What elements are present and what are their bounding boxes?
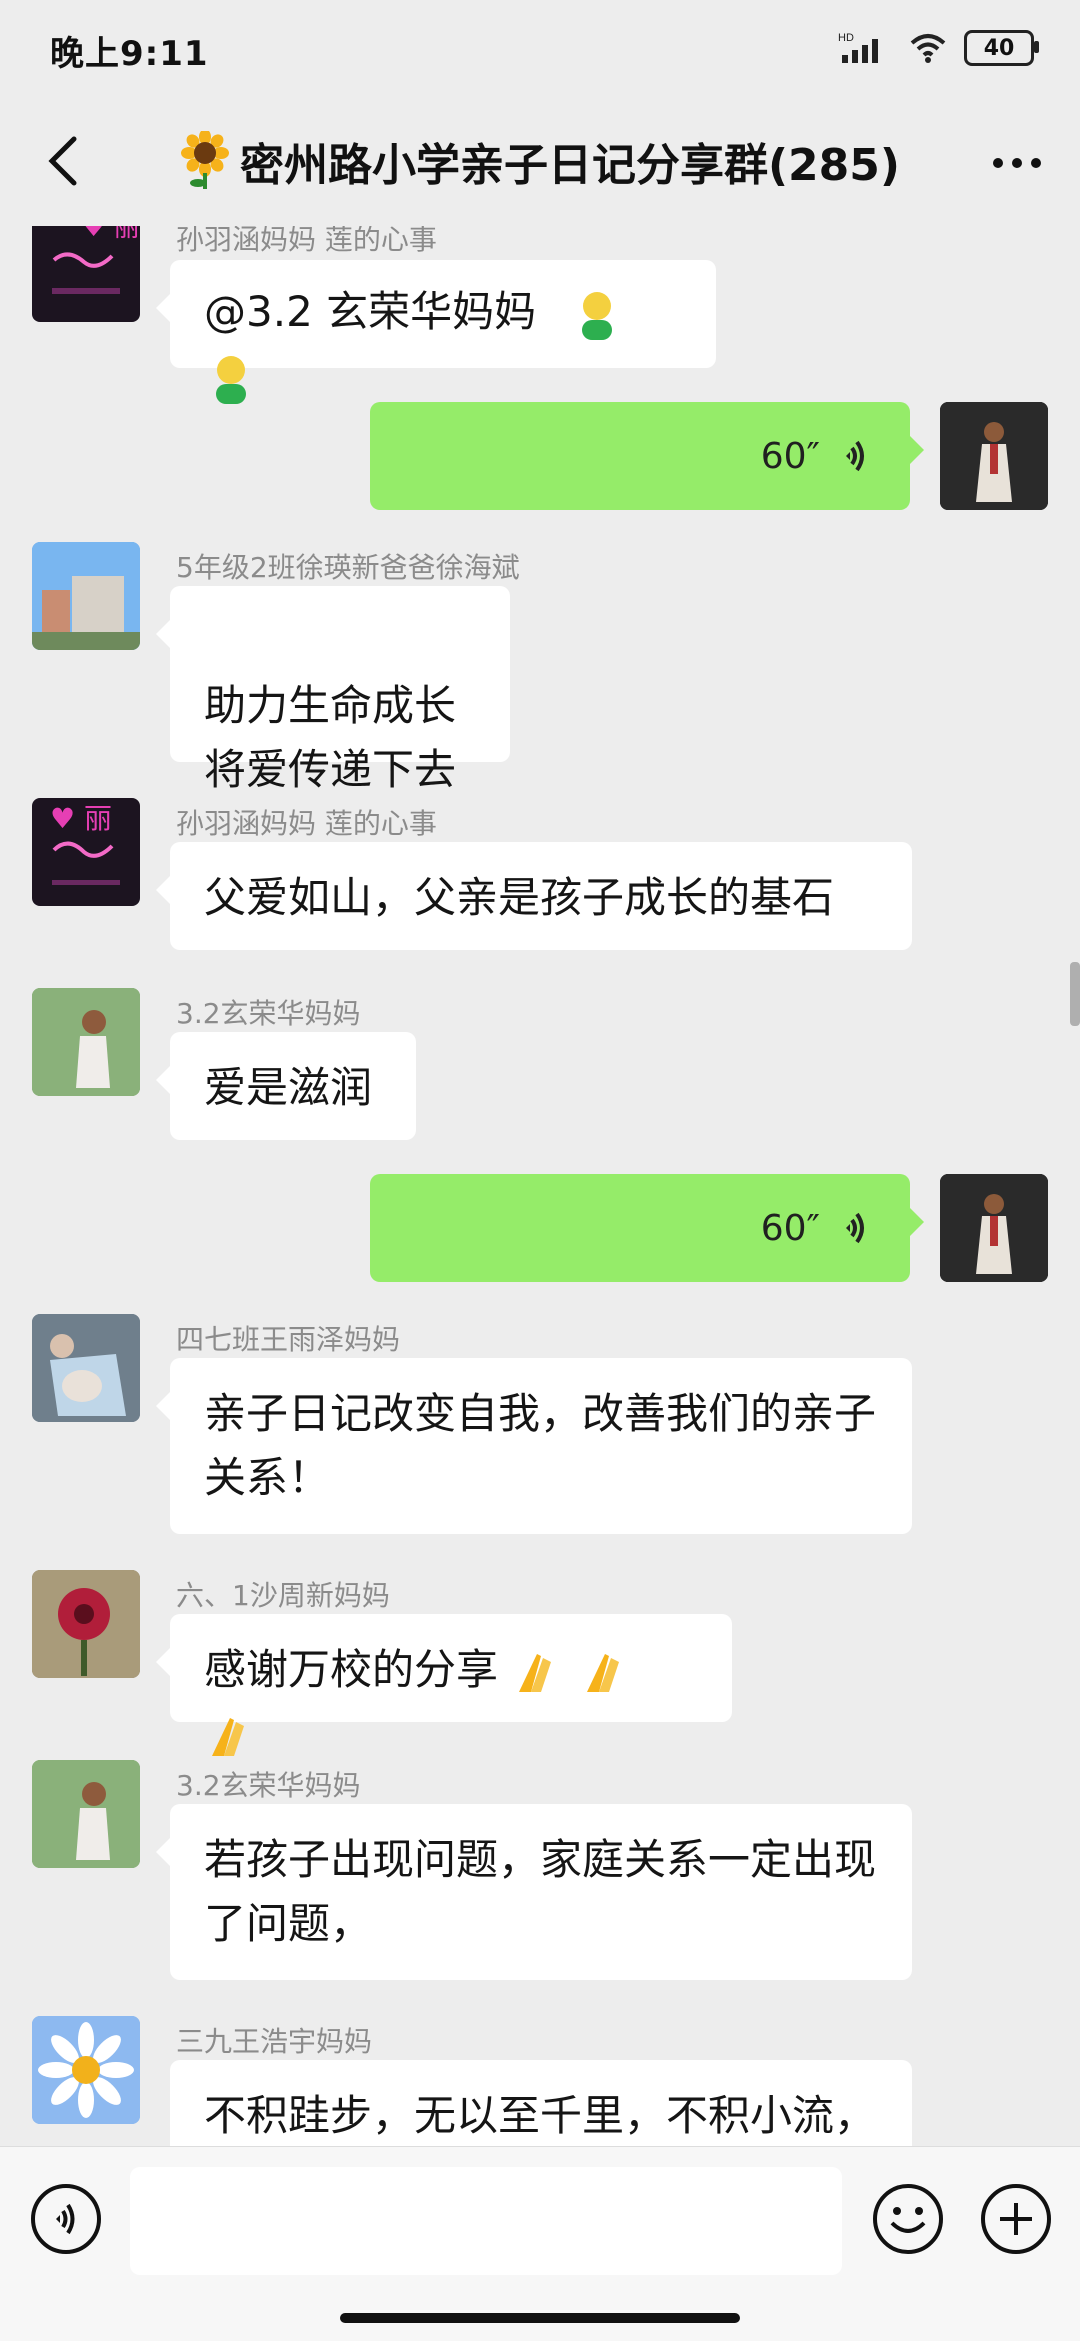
plus-icon[interactable] [978, 2181, 1054, 2257]
avatar[interactable] [32, 2016, 140, 2124]
avatar[interactable] [32, 1570, 140, 1678]
page-title: 密州路小学亲子日记分享群(285) [239, 140, 901, 191]
status-icons: HD 40 [838, 28, 1039, 68]
chat-list[interactable]: ♥ 丽 孙羽涵妈妈 莲的心事 @3.2 玄荣华妈妈 60″ 5年级2班徐瑛新爸爸… [0, 226, 1080, 2146]
sender-name: 六、1沙周新妈妈 [176, 1579, 390, 1612]
message-text: 不积跬步，无以至千里，不积小流， [204, 2091, 877, 2140]
message-text: 父爱如山，父亲是孩子成长的基石 [204, 873, 835, 922]
message-input-bar [0, 2146, 1080, 2341]
message-bubble[interactable]: 爱是滋润 [156, 1032, 416, 1140]
message-bubble[interactable]: 不积跬步，无以至千里，不积小流， [170, 2060, 912, 2146]
pray-icon [579, 1646, 633, 1700]
sender-name: 3.2玄荣华妈妈 [176, 997, 361, 1030]
sunflower-icon [180, 131, 229, 189]
status-time: 晚上9:11 [50, 34, 209, 74]
avatar[interactable] [32, 542, 140, 650]
avatar[interactable] [940, 1174, 1048, 1282]
message-item: 三九王浩宇妈妈 不积跬步，无以至千里，不积小流， [0, 2016, 1080, 2146]
more-dots-icon[interactable] [984, 130, 1050, 196]
message-item: ♥ 丽 孙羽涵妈妈 莲的心事 父爱如山，父亲是孩子成长的基石 [0, 798, 1080, 978]
message-bubble[interactable]: 感谢万校的分享 [156, 1614, 732, 1756]
message-item: ♥ 丽 孙羽涵妈妈 莲的心事 @3.2 玄荣华妈妈 [0, 226, 1080, 404]
pray-icon [204, 1710, 258, 1764]
person-icon [204, 352, 258, 406]
message-text: @3.2 玄荣华妈妈 [204, 287, 537, 336]
avatar[interactable] [940, 402, 1048, 510]
avatar[interactable] [32, 1760, 140, 1868]
sender-name: 5年级2班徐瑛新爸爸徐海斌 [176, 551, 520, 584]
voice-wave-icon [846, 1212, 864, 1244]
person-icon [570, 288, 624, 342]
wifi-icon [910, 34, 946, 63]
group-title: 密州路小学亲子日记分享群(285) [120, 130, 960, 192]
message-item: 5年级2班徐瑛新爸爸徐海斌 助力生命成长 将爱传递下去 [0, 542, 1080, 794]
sender-name: 孙羽涵妈妈 莲的心事 [176, 226, 437, 256]
status-bar: 晚上9:11 HD 40 [0, 0, 1080, 96]
battery-icon: 40 [964, 30, 1039, 66]
signal-icon: HD [838, 32, 878, 63]
message-text: 助力生命成长 将爱传递下去 [204, 681, 457, 794]
hd-label: HD [838, 32, 854, 44]
avatar[interactable] [32, 988, 140, 1096]
voice-message-bubble[interactable]: 60″ [370, 1174, 924, 1282]
message-item: 四七班王雨泽妈妈 亲子日记改变自我，改善我们的亲子关系！ [0, 1314, 1080, 1554]
message-item: 3.2玄荣华妈妈 若孩子出现问题，家庭关系一定出现了问题， [0, 1760, 1080, 2000]
svg-text:♥ 丽: ♥ 丽 [50, 802, 112, 835]
pray-icon [511, 1646, 565, 1700]
chat-scrollbar[interactable] [1070, 962, 1080, 1026]
message-input[interactable] [130, 2167, 842, 2275]
message-text: 感谢万校的分享 [204, 1645, 499, 1694]
message-text: 爱是滋润 [204, 1063, 373, 1112]
svg-text:♥ 丽: ♥ 丽 [82, 226, 140, 243]
avatar[interactable] [32, 1314, 140, 1422]
voice-duration: 60″ [760, 435, 820, 477]
emoji-icon[interactable] [870, 2181, 946, 2257]
message-text: 若孩子出现问题，家庭关系一定出现了问题， [204, 1835, 877, 1948]
message-item: 60″ [0, 1174, 1080, 1282]
message-bubble[interactable]: 若孩子出现问题，家庭关系一定出现了问题， [156, 1804, 912, 1980]
message-bubble[interactable]: 父爱如山，父亲是孩子成长的基石 [156, 842, 912, 950]
message-item: 60″ [0, 402, 1080, 510]
message-bubble[interactable]: 亲子日记改变自我，改善我们的亲子关系！ [156, 1358, 912, 1534]
message-item: 六、1沙周新妈妈 感谢万校的分享 [0, 1570, 1080, 1756]
voice-wave-icon [846, 440, 864, 472]
back-chevron-icon[interactable] [28, 126, 98, 196]
avatar[interactable]: ♥ 丽 [32, 798, 140, 906]
sender-name: 三九王浩宇妈妈 [176, 2025, 373, 2058]
message-bubble[interactable]: @3.2 玄荣华妈妈 [156, 260, 716, 404]
sender-name: 孙羽涵妈妈 莲的心事 [176, 807, 437, 840]
home-indicator[interactable] [340, 2313, 740, 2323]
sender-name: 3.2玄荣华妈妈 [176, 1769, 361, 1802]
message-text: 亲子日记改变自我，改善我们的亲子关系！ [204, 1389, 877, 1502]
sender-name: 四七班王雨泽妈妈 [176, 1323, 401, 1356]
message-bubble[interactable]: 助力生命成长 将爱传递下去 [156, 586, 510, 794]
avatar[interactable]: ♥ 丽 [32, 226, 140, 322]
voice-message-bubble[interactable]: 60″ [370, 402, 924, 510]
message-item: 3.2玄荣华妈妈 爱是滋润 [0, 988, 1080, 1168]
voice-mode-icon[interactable] [28, 2181, 104, 2257]
voice-duration: 60″ [760, 1207, 820, 1249]
chat-header: 密州路小学亲子日记分享群(285) [0, 96, 1080, 226]
